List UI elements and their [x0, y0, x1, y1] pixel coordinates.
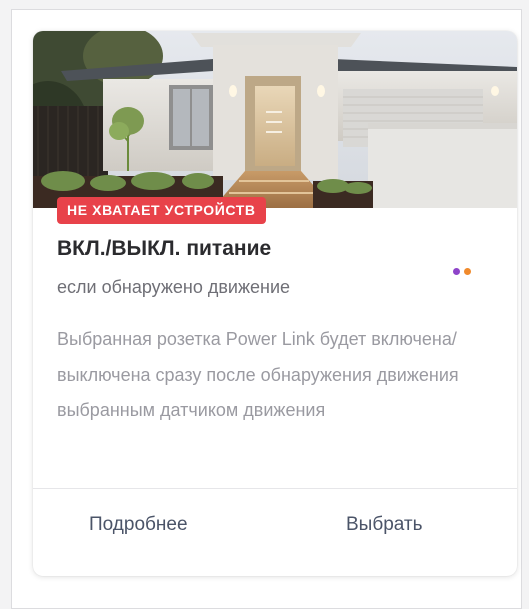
scenario-card[interactable]: НЕ ХВАТАЕТ УСТРОЙСТВ ВКЛ./ВЫКЛ. питание …	[33, 31, 517, 576]
indicator-dot-orange	[464, 268, 471, 275]
card-title: ВКЛ./ВЫКЛ. питание	[57, 237, 272, 260]
more-details-button[interactable]: Подробнее	[89, 514, 188, 536]
card-description: Выбранная розетка Power Link будет включ…	[57, 329, 459, 420]
house-photo	[33, 31, 517, 208]
device-type-indicators	[453, 262, 475, 275]
card-divider	[33, 488, 517, 489]
missing-devices-badge: НЕ ХВАТАЕТ УСТРОЙСТВ	[57, 197, 266, 224]
select-button[interactable]: Выбрать	[346, 514, 423, 536]
card-subtitle: если обнаружено движение	[57, 277, 291, 297]
indicator-dot-purple	[453, 268, 460, 275]
